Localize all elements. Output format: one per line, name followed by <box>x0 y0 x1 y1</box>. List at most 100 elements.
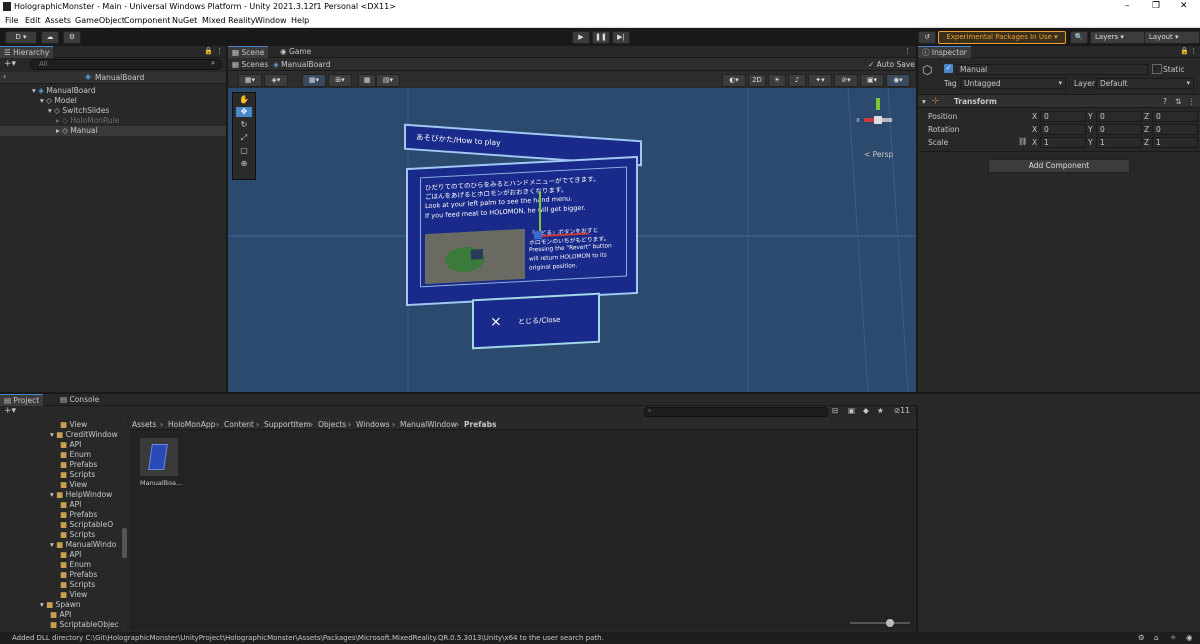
notification-icon[interactable]: ◉ <box>1186 633 1193 642</box>
audio-icon[interactable]: ♪ <box>788 74 806 87</box>
hierarchy-item[interactable]: ▸ ◇ HoloMonRule <box>56 116 119 125</box>
static-checkbox[interactable] <box>1152 64 1162 74</box>
filter-icon[interactable]: ⌕ <box>211 59 215 68</box>
pause-button[interactable]: ❚❚ <box>592 31 610 44</box>
label-icon[interactable]: ◆ <box>863 406 869 415</box>
auto-save-toggle[interactable]: ✓ Auto Save <box>868 60 915 69</box>
layer-dropdown[interactable]: Default ▾ <box>1096 78 1194 89</box>
project-folder-item[interactable]: ■ Scripts <box>60 580 95 589</box>
position-y-field[interactable]: 0 <box>1096 111 1142 122</box>
lock-icon[interactable]: 🔒 <box>1180 47 1189 55</box>
menu-kebab-icon[interactable]: ⋮ <box>1190 47 1197 55</box>
board-body[interactable]: ひだりてのてのひらをみるとハンドメニューがでてきます。 ごはんをあげるとホロモン… <box>406 155 638 307</box>
move-handle-center[interactable] <box>534 230 542 240</box>
pivot-icon[interactable]: ◈▾ <box>264 74 288 87</box>
back-icon[interactable]: ‹ <box>3 72 6 81</box>
maximize-icon[interactable]: ❐ <box>1152 1 1160 11</box>
history-icon[interactable]: ↺ <box>918 31 936 44</box>
breadcrumb-item[interactable]: HoloMonApp <box>168 420 215 429</box>
project-folder-item[interactable]: ■ Prefabs <box>60 510 97 519</box>
breadcrumb-item[interactable]: Assets <box>132 420 156 429</box>
zoom-slider[interactable] <box>850 619 910 627</box>
breadcrumb-item-current[interactable]: Prefabs <box>464 420 496 429</box>
asset-label[interactable]: ManualBoa... <box>140 479 182 487</box>
project-folder-item[interactable]: ▾ ■ HelpWindow <box>50 490 112 499</box>
close-icon[interactable]: ✕ <box>1180 1 1188 11</box>
hierarchy-item[interactable]: ▾ ◇ Model <box>40 96 77 105</box>
hierarchy-item[interactable]: ▾ ◈ ManualBoard <box>32 86 96 95</box>
menu-component[interactable]: Component <box>124 16 170 25</box>
close-board-button[interactable]: × とじる/Close <box>472 292 600 350</box>
project-folder-item[interactable]: ■ Scripts <box>60 530 95 539</box>
menu-assets[interactable]: Assets <box>45 16 71 25</box>
breadcrumb-prefab[interactable]: ◈ ManualBoard <box>273 60 330 69</box>
project-folder-item[interactable]: ■ ScriptableO <box>60 520 113 529</box>
menu-help[interactable]: Help <box>291 16 309 25</box>
tree-scrollbar[interactable] <box>122 418 127 630</box>
menu-gameobject[interactable]: GameObject <box>75 16 125 25</box>
tab-console[interactable]: ▤ Console <box>56 394 103 405</box>
tab-game[interactable]: ◉ Game <box>276 46 315 57</box>
hierarchy-item-selected[interactable]: ▸ ◇ Manual <box>0 126 226 136</box>
collab-status-icon[interactable]: ⌂ <box>1154 633 1159 642</box>
account-button[interactable]: D ▾ <box>5 31 37 44</box>
project-folder-item[interactable]: ■ ScriptableObjec <box>50 620 119 629</box>
snap-icon[interactable]: ⊞▾ <box>328 74 352 87</box>
project-folder-item[interactable]: ■ Prefabs <box>60 460 97 469</box>
project-folder-item[interactable]: ■ API <box>60 500 81 509</box>
rotation-y-field[interactable]: 0 <box>1096 124 1142 135</box>
breadcrumb-item[interactable]: Content <box>224 420 254 429</box>
camera-icon[interactable]: ▣▾ <box>860 74 884 87</box>
project-folder-item[interactable]: ■ View <box>60 590 87 599</box>
progress-icon[interactable]: ⚙ <box>1138 633 1145 642</box>
scale-tool-icon[interactable]: ⤢ <box>236 133 252 143</box>
search-icon[interactable]: 🔍 <box>1070 31 1088 44</box>
rect-tool-icon[interactable]: ▢ <box>236 146 252 156</box>
menu-kebab-icon[interactable]: ⋮ <box>904 47 911 55</box>
constrain-proportions-icon[interactable]: ⛓ <box>1018 137 1028 146</box>
hierarchy-item[interactable]: ▾ ◇ SwitchSlides <box>48 106 109 115</box>
tag-dropdown[interactable]: Untagged ▾ <box>960 78 1066 89</box>
effects-icon[interactable]: ✦▾ <box>808 74 832 87</box>
hand-tool-icon[interactable]: ✋ <box>236 95 252 105</box>
orientation-gizmo[interactable]: x <box>856 98 904 146</box>
transform-tool-icon[interactable]: ⊕ <box>236 159 252 169</box>
favorite-icon[interactable]: ★ <box>877 406 884 415</box>
search-by-label-icon[interactable]: ▣ <box>848 406 855 415</box>
hidden-packages-icon[interactable]: ⊘11 <box>894 406 910 415</box>
project-folder-item[interactable]: ■ View <box>60 420 87 429</box>
add-icon[interactable]: +▾ <box>4 59 16 69</box>
project-folder-item[interactable]: ▾ ■ CreditWindow <box>50 430 118 439</box>
scene-viewport[interactable]: ✋ ✥ ↻ ⤢ ▢ ⊕ x < Persp あそびかた/How to play … <box>228 88 916 392</box>
scene-visibility-icon[interactable]: ⊘▾ <box>834 74 858 87</box>
transform-header[interactable]: ▾ ⊹ Transform ? ⇅ ⋮ <box>918 94 1200 108</box>
tree-scrollbar-thumb[interactable] <box>122 528 127 558</box>
tab-hierarchy[interactable]: ☰ Hierarchy <box>0 46 54 58</box>
lighting-icon[interactable]: ☀ <box>768 74 786 87</box>
scale-x-field[interactable]: 1 <box>1040 137 1086 148</box>
breadcrumb-item[interactable]: Windows <box>356 420 389 429</box>
project-folder-item[interactable]: ■ API <box>50 610 71 619</box>
component-menu-icon[interactable]: ⋮ <box>1188 97 1196 106</box>
project-folder-item[interactable]: ■ API <box>60 440 81 449</box>
help-icon[interactable]: ? <box>1163 97 1167 106</box>
grid-snap-icon[interactable]: ▦▾ <box>302 74 326 87</box>
active-checkbox[interactable]: ✓ <box>944 64 953 73</box>
layers-dropdown[interactable]: Layers ▾ <box>1090 31 1146 44</box>
scale-y-field[interactable]: 1 <box>1096 137 1142 148</box>
breadcrumb-item[interactable]: Objects <box>318 420 346 429</box>
menu-file[interactable]: File <box>5 16 18 25</box>
gizmos-icon[interactable]: ◉▾ <box>886 74 910 87</box>
menu-window[interactable]: Window <box>255 16 287 25</box>
asset-thumbnail[interactable] <box>140 438 178 476</box>
tab-inspector[interactable]: ⓘ Inspector <box>918 46 971 58</box>
search-by-type-icon[interactable]: ⊟ <box>832 406 838 415</box>
project-folder-item[interactable]: ■ View <box>60 480 87 489</box>
shading-icon[interactable]: ◐▾ <box>722 74 746 87</box>
breadcrumb-item[interactable]: SupportItem <box>264 420 311 429</box>
rotate-tool-icon[interactable]: ↻ <box>236 120 252 130</box>
position-x-field[interactable]: 0 <box>1040 111 1086 122</box>
project-folder-item[interactable]: ■ Enum <box>60 560 91 569</box>
cloud-status-icon[interactable]: ✧ <box>1170 633 1176 642</box>
collab-icon[interactable]: ⚙ <box>63 31 81 44</box>
